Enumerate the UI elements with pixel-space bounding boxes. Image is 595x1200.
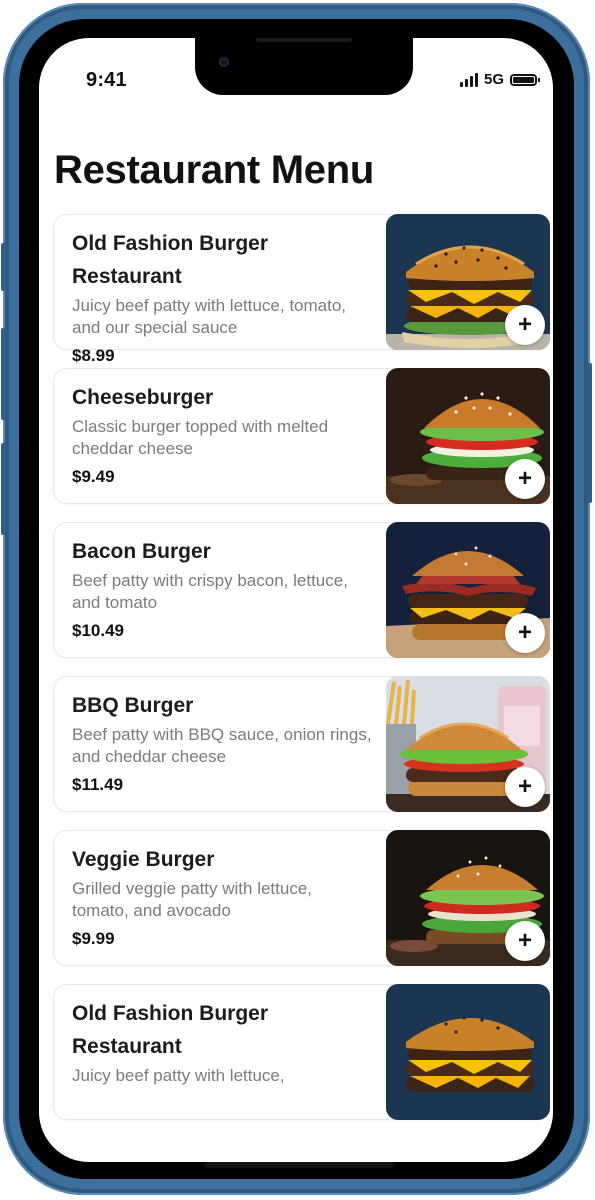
menu-item-card[interactable]: Old Fashion Burger Restaurant Juicy beef… [53, 214, 550, 365]
menu-item-card[interactable]: Old Fashion Burger Restaurant Juicy beef… [53, 984, 550, 1120]
add-button[interactable]: + [505, 921, 545, 961]
menu-item-name: Old Fashion Burger Restaurant [72, 1002, 269, 1058]
burger-image[interactable]: + [386, 368, 550, 504]
status-indicators: 5G [459, 71, 540, 88]
burger-image[interactable]: + [386, 830, 550, 966]
menu-item-description: Juicy beef patty with lettuce, tomato, a… [72, 296, 347, 337]
add-button[interactable]: + [505, 305, 545, 345]
burger-image[interactable]: + [386, 214, 550, 350]
speaker-grille [256, 38, 352, 42]
screen: 9:41 5G Restaurant Menu Old Fashion Burg… [39, 38, 553, 1162]
page-title: Restaurant Menu [54, 148, 374, 192]
menu-item-price: $10.49 [72, 621, 124, 640]
menu-item-price: $9.49 [72, 467, 115, 486]
home-indicator[interactable] [204, 1162, 394, 1168]
burger-image[interactable]: + [386, 522, 550, 658]
menu-list: Old Fashion Burger Restaurant Juicy beef… [53, 214, 550, 1138]
menu-item-card[interactable]: Cheeseburger Classic burger topped with … [53, 368, 550, 504]
menu-item-name: Old Fashion Burger Restaurant [72, 232, 269, 288]
menu-item-name: Bacon Burger [72, 540, 211, 563]
status-time: 9:41 [86, 69, 127, 91]
add-button[interactable]: + [505, 459, 545, 499]
network-label: 5G [483, 71, 504, 88]
menu-item-price: $11.49 [72, 775, 124, 794]
menu-item-description: Grilled veggie patty with lettuce, tomat… [72, 879, 313, 920]
menu-item-card[interactable]: Veggie Burger Grilled veggie patty with … [53, 830, 550, 966]
notch [195, 38, 413, 95]
volume-up-button [1, 328, 6, 420]
silent-switch [1, 243, 6, 291]
menu-item-description: Juicy beef patty with lettuce, [72, 1066, 285, 1085]
camera-icon [219, 57, 229, 67]
add-button[interactable]: + [505, 613, 545, 653]
volume-down-button [1, 443, 6, 535]
menu-item-description: Beef patty with crispy bacon, lettuce, a… [72, 571, 348, 612]
signal-icon [459, 72, 478, 87]
menu-item-card[interactable]: Bacon Burger Beef patty with crispy baco… [53, 522, 550, 658]
menu-item-price: $8.99 [72, 346, 115, 365]
add-button[interactable]: + [505, 767, 545, 807]
menu-item-description: Classic burger topped with melted chedda… [72, 417, 329, 458]
menu-item-description: Beef patty with BBQ sauce, onion rings, … [72, 725, 372, 766]
menu-item-card[interactable]: BBQ Burger Beef patty with BBQ sauce, on… [53, 676, 550, 812]
side-button [587, 363, 592, 503]
phone-frame: 9:41 5G Restaurant Menu Old Fashion Burg… [1, 3, 592, 1195]
phone-bezel: 9:41 5G Restaurant Menu Old Fashion Burg… [19, 19, 574, 1179]
battery-icon [510, 73, 540, 86]
burger-image[interactable] [386, 984, 550, 1120]
menu-item-name: Veggie Burger [72, 848, 215, 871]
menu-item-name: BBQ Burger [72, 694, 194, 717]
burger-image[interactable]: + [386, 676, 550, 812]
menu-item-name: Cheeseburger [72, 386, 214, 409]
menu-item-price: $9.99 [72, 929, 115, 948]
